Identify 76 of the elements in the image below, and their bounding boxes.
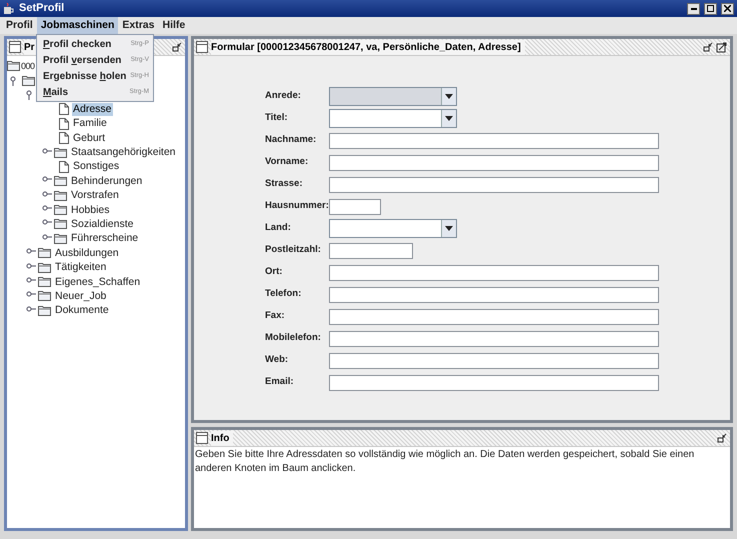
file-icon: [59, 132, 69, 144]
maximize-button[interactable]: [704, 2, 717, 14]
text-field[interactable]: [329, 242, 413, 258]
text-field[interactable]: [329, 176, 659, 192]
minimize-icon: [690, 8, 696, 10]
cup-icon: [3, 2, 15, 14]
field-label: Strasse:: [265, 177, 304, 192]
tree-item[interactable]: Behinderungen: [70, 174, 144, 188]
field-label: Telefon:: [265, 287, 302, 302]
text-field[interactable]: [329, 374, 659, 390]
file-icon: [59, 103, 69, 116]
field-label: Web:: [265, 353, 290, 368]
caret-icon: [445, 94, 453, 99]
folder-icon: [38, 291, 51, 302]
field-label: Nachname:: [265, 133, 318, 148]
folder-icon: [38, 306, 51, 316]
file-icon: [59, 160, 69, 173]
tree-item[interactable]: Neuer_Job: [54, 290, 108, 303]
text-field[interactable]: [329, 330, 659, 346]
tree-item[interactable]: Staatsangehörigkeiten: [70, 146, 176, 160]
caret-icon: [445, 116, 453, 121]
close-icon: [724, 5, 731, 12]
minimize-button[interactable]: [687, 2, 700, 14]
maximize-icon[interactable]: [716, 42, 727, 52]
folder-icon: [54, 190, 67, 201]
minimize-icon[interactable]: [717, 433, 727, 443]
caret-icon: [445, 226, 453, 231]
field-label: Land:: [265, 221, 292, 236]
field-label: Fax:: [265, 309, 286, 324]
field-label: Ort:: [265, 265, 284, 280]
folder-icon: [54, 176, 67, 186]
field-label: Hausnummer:: [265, 199, 329, 214]
text-field[interactable]: [329, 352, 659, 368]
menu-item[interactable]: Extras: [118, 17, 158, 34]
folder-icon: [38, 262, 51, 273]
folder-icon: [54, 219, 67, 230]
folder-icon: [54, 234, 67, 244]
panel-title: Info: [211, 430, 234, 446]
field-label: Anrede:: [265, 89, 302, 104]
window-icon: [196, 41, 208, 53]
tree-item[interactable]: Eigenes_Schaffen: [54, 276, 142, 289]
text-field[interactable]: [329, 264, 659, 280]
minimize-icon[interactable]: [703, 42, 713, 52]
field-label: Postleitzahl:: [265, 243, 322, 258]
dropdown-field[interactable]: [329, 109, 457, 128]
file-icon: [59, 118, 69, 130]
text-field[interactable]: [329, 286, 659, 302]
panel-title: Formular [000012345678001247, va, Persönliche_Daten, Adresse]: [211, 40, 525, 54]
menu-item[interactable]: Jobmaschinen: [36, 17, 118, 34]
field-label: Titel:: [265, 111, 289, 126]
window-title: SetProfil: [19, 1, 64, 16]
menu-item[interactable]: Profil: [2, 17, 37, 34]
field-label: Mobilelefon:: [265, 331, 322, 346]
folder-icon: [38, 277, 51, 288]
text-field[interactable]: [329, 132, 659, 148]
folder-icon: [7, 61, 20, 72]
folder-icon: [54, 205, 67, 216]
folder-icon: [38, 248, 51, 258]
dropdown-field[interactable]: [329, 219, 457, 238]
window-icon: [9, 41, 21, 53]
text-field[interactable]: [329, 154, 659, 170]
field-label: Vorname:: [265, 155, 310, 170]
minimize-icon[interactable]: [172, 42, 182, 52]
tree-item[interactable]: Sonstiges: [72, 160, 120, 174]
info-text: Geben Sie bitte Ihre Adressdaten so vollständig wie möglich an. Die Daten werden gespeichert, sobald Sie einen anderen Knoten im Baum anclicken.: [194, 448, 696, 476]
tree-item[interactable]: Tätigkeiten: [54, 261, 108, 274]
field-label: Email:: [265, 375, 295, 390]
text-field[interactable]: [329, 308, 659, 324]
text-field[interactable]: [329, 198, 381, 214]
folder-icon: [54, 148, 67, 158]
maximize-icon: [707, 5, 714, 12]
menu-item[interactable]: Hilfe: [158, 17, 190, 34]
tree-item[interactable]: Adresse: [72, 102, 113, 116]
window-icon: [196, 432, 208, 444]
close-button[interactable]: [721, 2, 734, 14]
tree-item[interactable]: Ausbildungen: [54, 246, 120, 260]
